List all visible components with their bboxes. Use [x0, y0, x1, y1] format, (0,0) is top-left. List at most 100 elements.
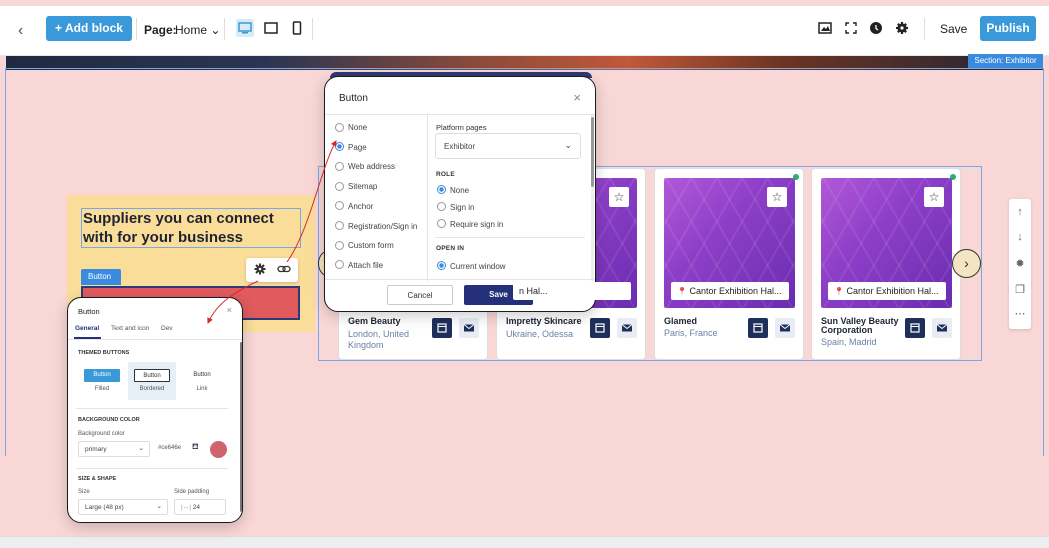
radio-custom-form[interactable] [335, 241, 344, 250]
settings-gear-icon[interactable] [893, 19, 911, 37]
star-icon[interactable]: ☆ [924, 187, 944, 207]
back-icon[interactable]: ‹ [18, 22, 23, 40]
section-heading[interactable]: Suppliers you can connect with for your … [81, 208, 301, 248]
paint-bucket-icon[interactable]: ⛾ [192, 442, 199, 452]
radio-none[interactable] [335, 123, 344, 132]
radio-sitemap[interactable] [335, 182, 344, 191]
close-icon[interactable]: × [227, 305, 232, 315]
open-in-caption: OPEN IN [436, 245, 465, 252]
option-label: Web address [348, 162, 395, 171]
calendar-icon[interactable] [748, 318, 768, 338]
link-icon[interactable] [277, 262, 291, 281]
color-swatch[interactable] [210, 441, 227, 458]
close-icon[interactable]: × [573, 90, 581, 105]
option-label: Custom form [348, 241, 394, 250]
style-bordered[interactable]: Button Bordered [128, 362, 176, 400]
card-name: Gem Beauty [348, 316, 401, 326]
exhibitor-card[interactable]: ☆ 📍 Cantor Exhibition Hal... Sun Valley … [811, 168, 961, 360]
radio-page[interactable] [335, 142, 344, 151]
carousel-next-button[interactable]: › [952, 249, 981, 278]
radio-registration[interactable] [335, 221, 344, 230]
radio-current-window[interactable] [437, 261, 446, 270]
style-label: Filled [94, 386, 110, 392]
bg-color-select-value: primary [85, 446, 107, 453]
card-name: Impretty Skincare [506, 316, 582, 326]
modal-title: Button [339, 93, 368, 104]
mail-icon[interactable] [775, 318, 795, 338]
card-location-text: London, United Kingdom [348, 329, 410, 350]
mail-icon[interactable] [617, 318, 637, 338]
calendar-icon[interactable] [432, 318, 452, 338]
card-venue: 📍 Cantor Exhibition Hal... [828, 282, 946, 300]
size-select[interactable]: Large (48 px) ⌄ [78, 499, 168, 515]
duplicate-icon[interactable]: ❐ [1009, 283, 1031, 296]
bg-hex-value[interactable]: #ce646e [158, 445, 181, 451]
move-up-icon[interactable]: ↑ [1009, 206, 1031, 218]
tab-general[interactable]: General [75, 325, 99, 332]
media-icon[interactable] [816, 19, 834, 37]
open-in-option: Current window [450, 262, 506, 271]
divider [76, 468, 228, 469]
cancel-button[interactable]: Cancel [387, 285, 453, 305]
radio-web-address[interactable] [335, 162, 344, 171]
radio-role-signin[interactable] [437, 202, 446, 211]
publish-button[interactable]: Publish [980, 16, 1036, 41]
size-select-value: Large (48 px) [85, 504, 124, 511]
card-venue-label: Cantor Exhibition Hal... [846, 286, 939, 296]
size-shape-caption: SIZE & SHAPE [78, 476, 117, 482]
radio-attach-file[interactable] [335, 260, 344, 269]
radio-anchor[interactable] [335, 201, 344, 210]
radio-role-none[interactable] [437, 185, 446, 194]
platform-pages-select[interactable]: Exhibitor ⌄ [435, 133, 581, 159]
scrollbar-thumb[interactable] [591, 117, 594, 187]
bg-color-select[interactable]: primary ⌄ [78, 441, 150, 457]
tab-dev[interactable]: Dev [161, 325, 173, 332]
divider [435, 237, 585, 238]
mobile-view-icon[interactable] [288, 19, 306, 37]
style-link[interactable]: Button Link [178, 362, 226, 400]
gear-icon[interactable] [253, 262, 267, 281]
move-down-icon[interactable]: ↓ [1009, 231, 1031, 243]
divider [924, 18, 925, 40]
tablet-view-icon[interactable] [262, 19, 280, 37]
page-select[interactable]: Home ⌄ [175, 23, 220, 37]
fullscreen-icon[interactable] [842, 19, 860, 37]
option-label: Anchor [348, 202, 374, 211]
editor-toolbar: ‹ + Add block Page: Home ⌄ Save Publish [0, 6, 1049, 56]
calendar-icon[interactable] [905, 318, 925, 338]
radio-role-require[interactable] [437, 219, 446, 228]
chevron-down-icon: ⌄ [156, 503, 162, 510]
calendar-icon[interactable] [590, 318, 610, 338]
exhibitor-card[interactable]: ☆ 📍 Cantor Exhibition Hal... Glamed Pari… [654, 168, 804, 360]
card-image: ☆ 📍 Cantor Exhibition Hal... [821, 178, 952, 308]
button-tag[interactable]: Button [81, 269, 121, 285]
scrollbar-thumb[interactable] [240, 342, 242, 512]
button-toolbar [246, 258, 298, 282]
side-padding-input[interactable]: |↔| 24 [174, 499, 226, 515]
style-label: Link [196, 386, 208, 392]
gear-icon[interactable]: ✹ [1009, 257, 1031, 270]
star-icon[interactable]: ☆ [767, 187, 787, 207]
tab-text-and-icon[interactable]: Text and icon [111, 325, 149, 332]
option-label: Page [348, 143, 367, 152]
more-icon[interactable]: ⋯ [1009, 307, 1031, 320]
add-block-button[interactable]: + Add block [46, 16, 132, 41]
divider [312, 18, 313, 40]
desktop-view-icon[interactable] [236, 19, 254, 37]
link-preview: Button [193, 372, 211, 378]
bordered-preview: Button [134, 369, 170, 382]
divider [68, 339, 242, 340]
mail-icon[interactable] [459, 318, 479, 338]
divider [76, 408, 228, 409]
history-icon[interactable] [867, 19, 885, 37]
mail-icon[interactable] [932, 318, 952, 338]
save-button[interactable]: Save [940, 22, 967, 36]
section-tag[interactable]: Section: Exhibitor [968, 54, 1043, 68]
panel-title: Button [78, 307, 100, 316]
star-icon[interactable]: ☆ [609, 187, 629, 207]
page-label: Page: [144, 23, 177, 37]
bg-color-label: Background color [78, 431, 125, 437]
button-settings-panel: Button × General Text and icon Dev THEME… [67, 297, 243, 523]
role-option: Require sign in [450, 220, 504, 229]
style-filled[interactable]: Button Filled [78, 362, 126, 400]
